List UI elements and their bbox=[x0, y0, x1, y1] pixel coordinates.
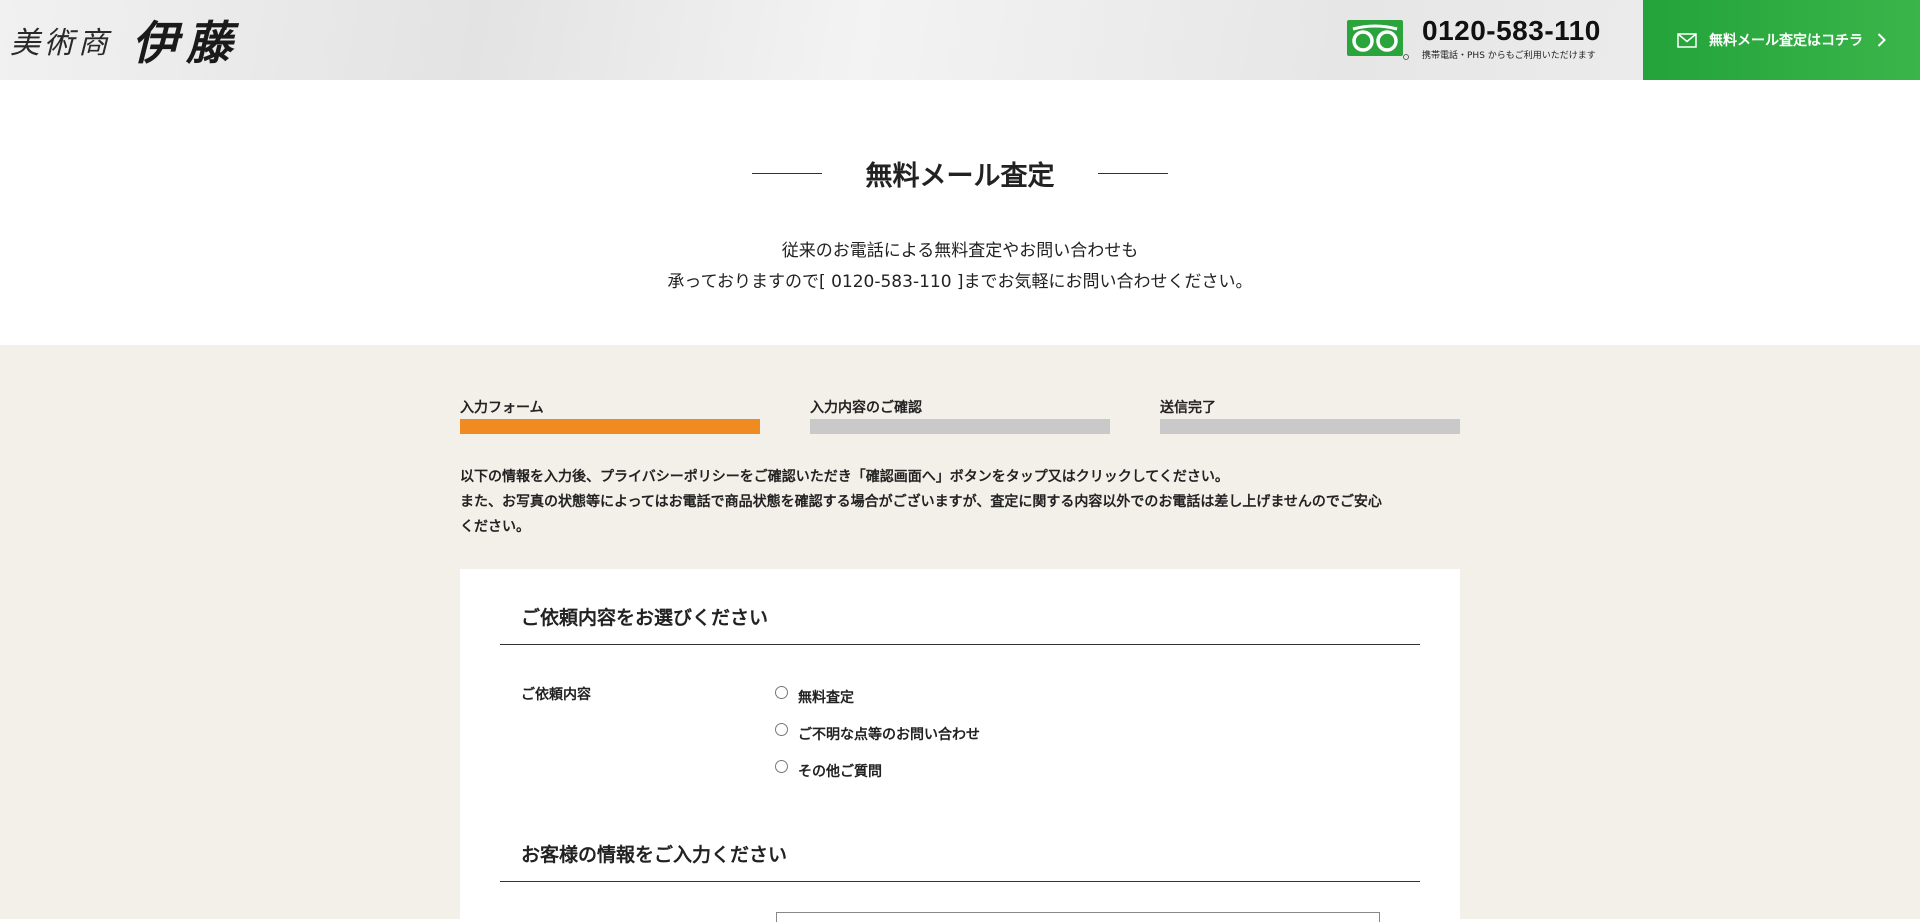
chevron-right-icon bbox=[1877, 33, 1886, 47]
site-header: 美術商 伊藤 0120-583-110 携帯電話・PHS からもご利用いただけま… bbox=[0, 0, 1920, 80]
section-title: お客様の情報をご入力ください bbox=[521, 844, 788, 866]
step-bar bbox=[810, 419, 1110, 434]
logo-small-text: 美術商 bbox=[10, 26, 112, 61]
phone-note: 携帯電話・PHS からもご利用いただけます bbox=[1422, 51, 1596, 61]
section-request-type: ご依頼内容をお選びください bbox=[500, 603, 1420, 645]
radio-label[interactable]: ご不明な点等のお問い合わせ bbox=[798, 724, 980, 744]
section-title: ご依頼内容をお選びください bbox=[521, 607, 769, 629]
step-label: 入力フォーム bbox=[460, 400, 544, 416]
instruction-line-2: また、お写真の状態等によってはお電話で商品状態を確認する場合がございますが、査定… bbox=[460, 494, 1382, 510]
radio-free-appraisal[interactable]: 無料査定 bbox=[775, 678, 980, 715]
section-customer-info: お客様の情報をご入力ください bbox=[500, 840, 1420, 882]
radio-button[interactable] bbox=[775, 686, 788, 699]
freedial-icon bbox=[1347, 20, 1409, 60]
step-label: 入力内容のご確認 bbox=[810, 400, 922, 416]
radio-other-question[interactable]: その他ご質問 bbox=[775, 752, 980, 789]
mail-button-label: 無料メール査定はコチラ bbox=[1709, 33, 1863, 49]
intro-text: 従来のお電話による無料査定やお問い合わせも 承っておりますので[ 0120-58… bbox=[0, 236, 1920, 298]
step-bar bbox=[460, 419, 760, 434]
step-label: 送信完了 bbox=[1160, 400, 1216, 416]
mail-icon bbox=[1677, 32, 1697, 48]
page-title-block: 無料メール査定 bbox=[0, 150, 1920, 196]
instruction-line-3: ください。 bbox=[460, 519, 530, 535]
radio-label[interactable]: 無料査定 bbox=[798, 687, 854, 707]
step-complete: 送信完了 bbox=[1160, 397, 1460, 434]
customer-name-input[interactable] bbox=[776, 912, 1380, 922]
radio-inquiry[interactable]: ご不明な点等のお問い合わせ bbox=[775, 715, 980, 752]
title-divider-right bbox=[1098, 173, 1168, 174]
request-type-label: ご依頼内容 bbox=[521, 687, 591, 703]
form-card: ご依頼内容をお選びください ご依頼内容 無料査定 ご不明な点等のお問い合わせ そ… bbox=[460, 569, 1460, 922]
site-logo[interactable]: 美術商 伊藤 bbox=[10, 12, 240, 70]
step-input-form: 入力フォーム bbox=[460, 397, 760, 434]
form-instructions: 以下の情報を入力後、プライバシーポリシーをご確認いただき「確認画面へ」ボタンをタ… bbox=[460, 465, 1460, 540]
instruction-line-1: 以下の情報を入力後、プライバシーポリシーをご確認いただき「確認画面へ」ボタンをタ… bbox=[460, 469, 1229, 485]
phone-block[interactable]: 0120-583-110 携帯電話・PHS からもご利用いただけます bbox=[1422, 15, 1601, 61]
logo-big-text: 伊藤 bbox=[132, 16, 240, 70]
phone-number[interactable]: 0120-583-110 bbox=[1422, 15, 1601, 47]
intro-line-2: 承っておりますので[ 0120-583-110 ]までお気軽にお問い合わせくださ… bbox=[667, 272, 1253, 292]
radio-label[interactable]: その他ご質問 bbox=[798, 761, 882, 781]
step-confirm: 入力内容のご確認 bbox=[810, 397, 1110, 434]
request-type-radio-group: 無料査定 ご不明な点等のお問い合わせ その他ご質問 bbox=[775, 678, 980, 789]
radio-button[interactable] bbox=[775, 723, 788, 736]
free-mail-appraisal-button[interactable]: 無料メール査定はコチラ bbox=[1643, 0, 1920, 80]
radio-button[interactable] bbox=[775, 760, 788, 773]
step-bar bbox=[1160, 419, 1460, 434]
intro-line-1: 従来のお電話による無料査定やお問い合わせも bbox=[781, 241, 1139, 261]
page-title: 無料メール査定 bbox=[865, 161, 1055, 192]
